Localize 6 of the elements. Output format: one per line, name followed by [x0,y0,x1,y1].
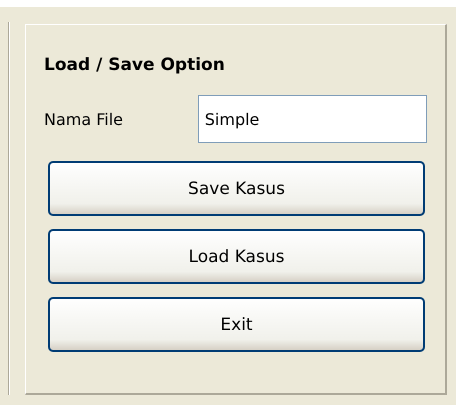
action-button[interactable]: Load Kasus [48,229,425,284]
panel-title: Load / Save Option [44,55,226,75]
file-name-field[interactable]: Simple [198,95,427,143]
field-label: Nama File [44,110,124,128]
action-button[interactable]: Exit [48,297,425,352]
action-button[interactable]: Save Kasus [48,161,425,216]
